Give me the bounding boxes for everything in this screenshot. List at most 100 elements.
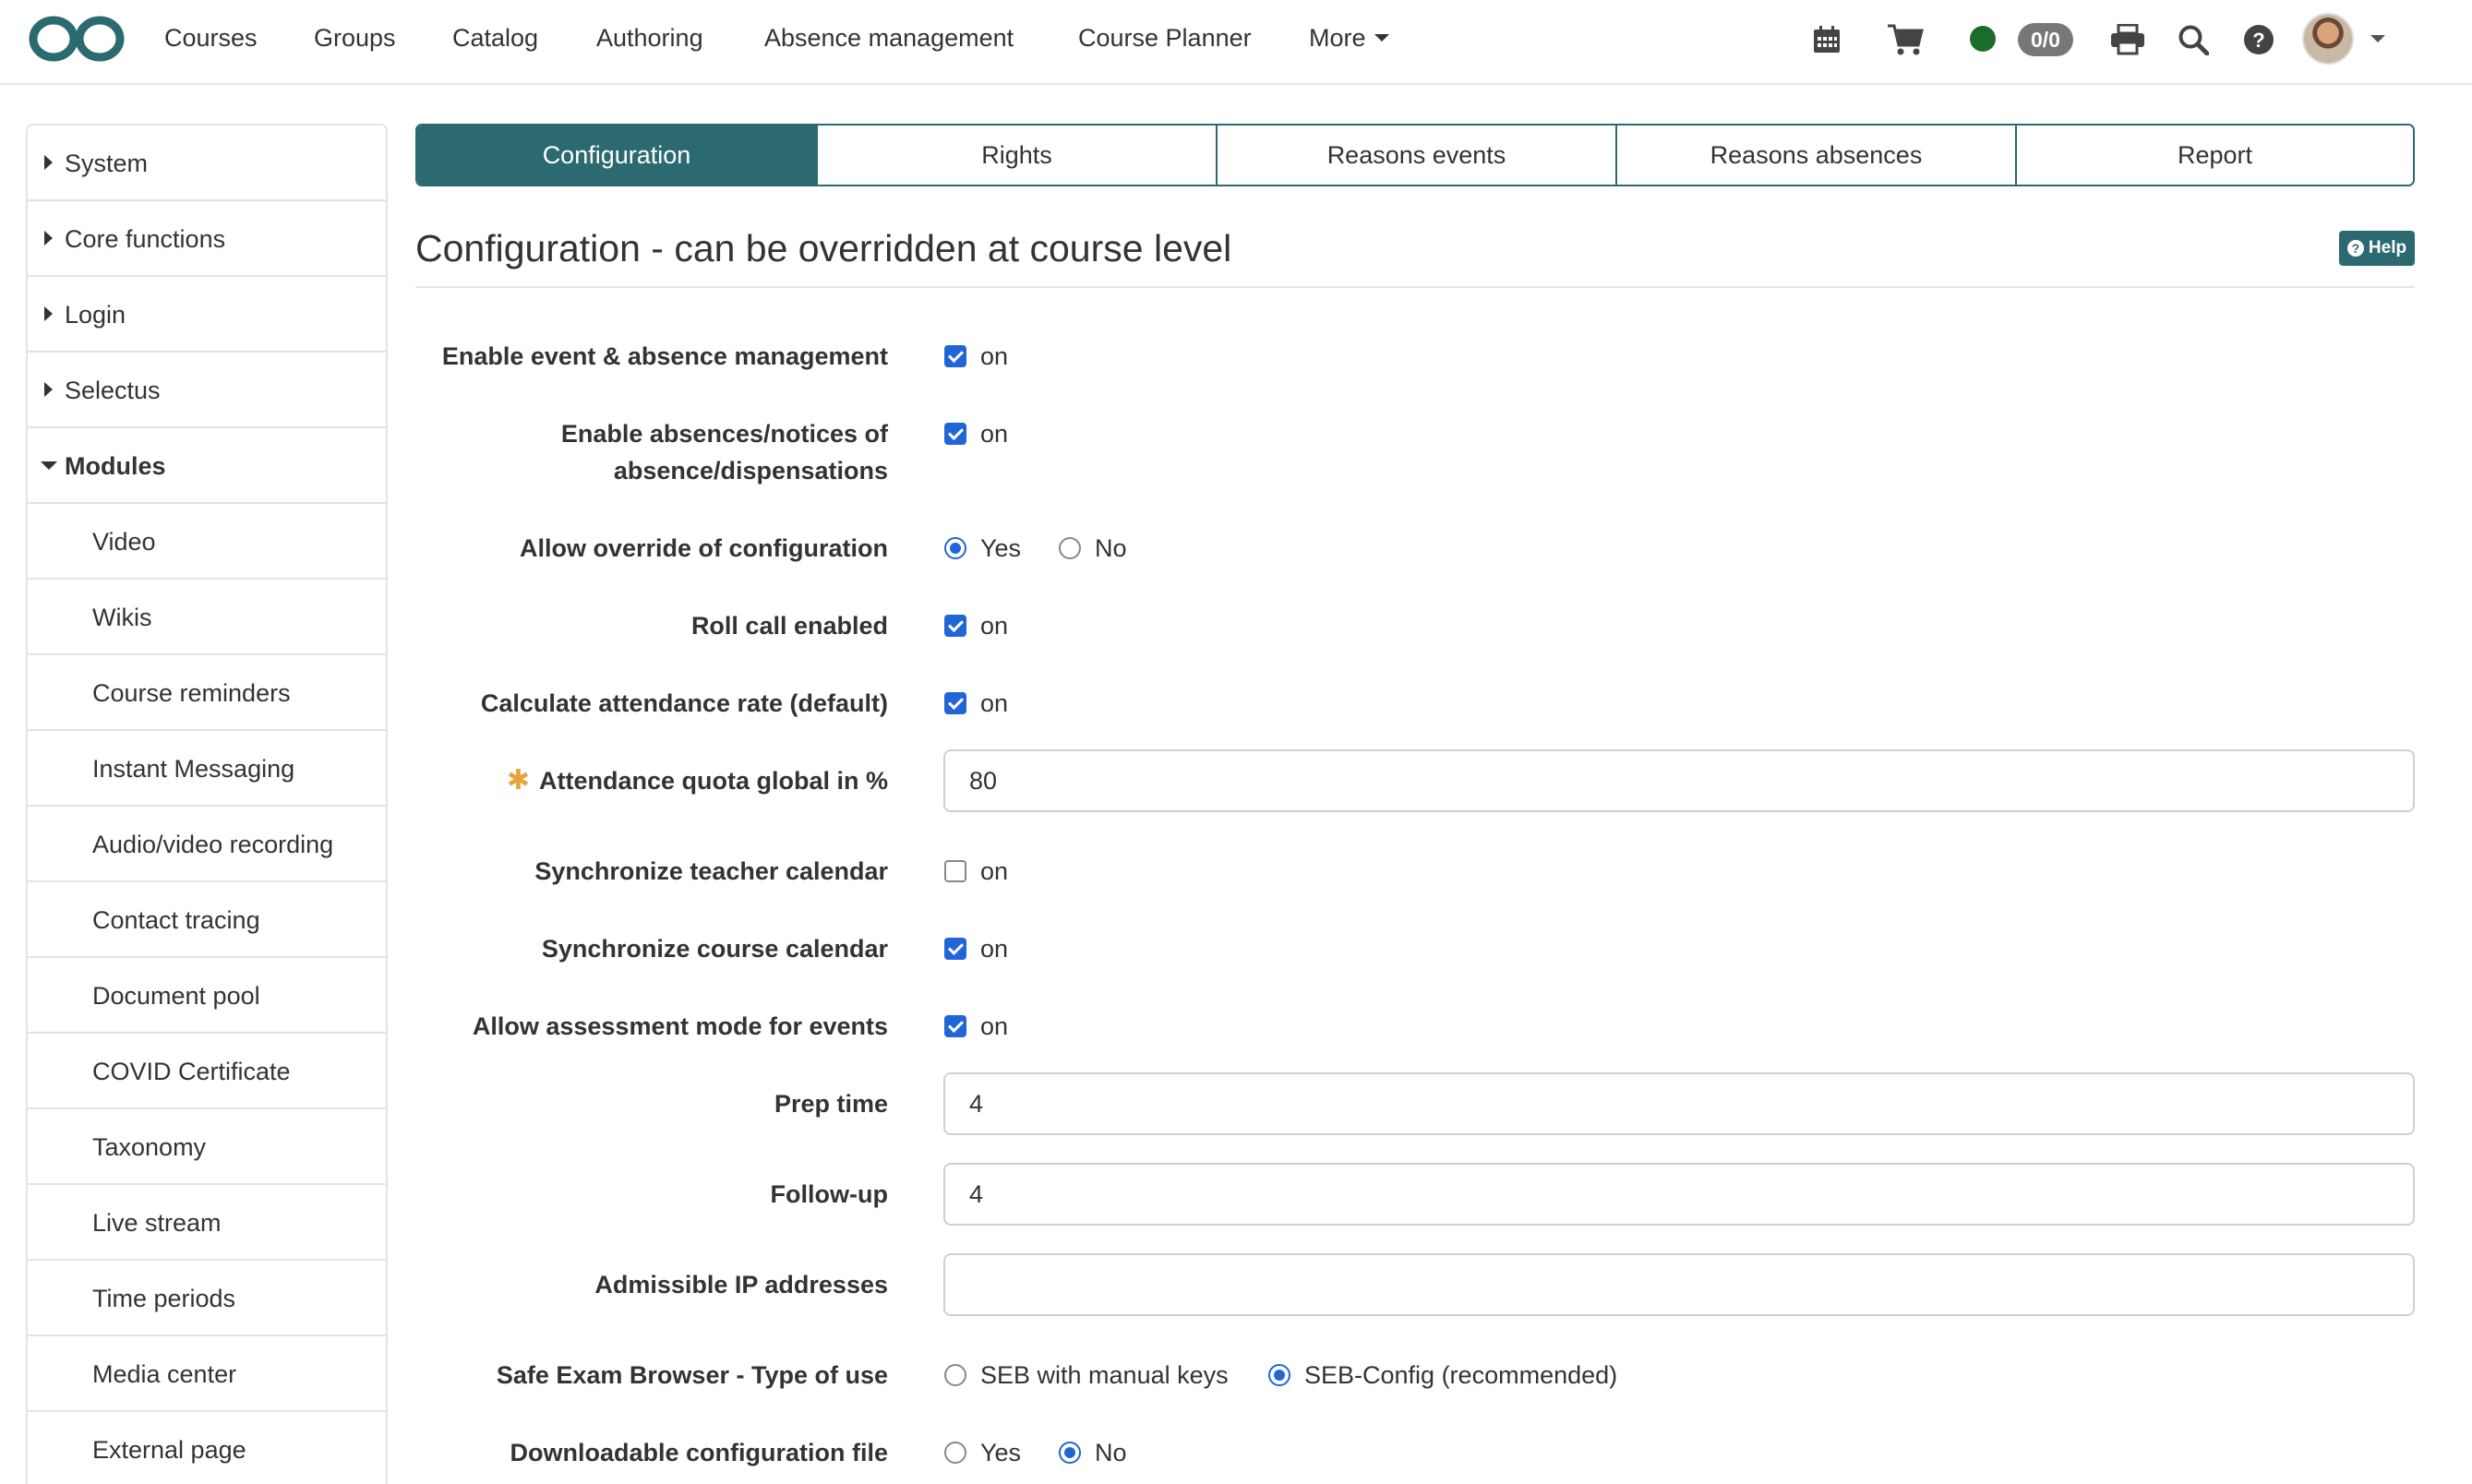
- caret-right-icon: [44, 382, 53, 397]
- sync-course-label: Synchronize course calendar: [541, 935, 888, 963]
- nav-catalog[interactable]: Catalog: [452, 24, 538, 53]
- ip-addresses-input[interactable]: [943, 1253, 2415, 1316]
- online-status-icon[interactable]: [1970, 26, 1996, 52]
- enable-absences-checkbox[interactable]: [944, 423, 966, 445]
- seb-config-radio[interactable]: [1268, 1364, 1290, 1386]
- attendance-quota-label-text: Attendance quota global in %: [538, 767, 888, 795]
- sidebar-item-covid-certificate[interactable]: COVID Certificate: [28, 1034, 386, 1109]
- enable-absences-on-text: on: [980, 420, 1009, 448]
- calendar-icon[interactable]: [1809, 20, 1844, 59]
- caret-right-icon: [44, 306, 53, 321]
- sidebar-item-media-center[interactable]: Media center: [28, 1336, 386, 1412]
- attendance-quota-label: ✱ Attendance quota global in %: [507, 762, 888, 799]
- sidebar-item-contact-tracing[interactable]: Contact tracing: [28, 882, 386, 958]
- assessment-mode-on-text: on: [980, 1012, 1009, 1040]
- attendance-rate-on-text: on: [980, 689, 1009, 717]
- sync-teacher-on-text: on: [980, 857, 1009, 885]
- allow-override-yes-text: Yes: [980, 534, 1022, 562]
- enable-event-label: Enable event & absence management: [441, 342, 888, 370]
- sidebar-item-selectus[interactable]: Selectus: [28, 353, 386, 428]
- tab-reasons-absences[interactable]: Reasons absences: [1615, 126, 2015, 185]
- allow-override-label: Allow override of configuration: [519, 534, 888, 562]
- logo-icon[interactable]: [28, 13, 126, 65]
- prep-time-input[interactable]: 4: [943, 1072, 2415, 1135]
- title-divider: [415, 286, 2415, 288]
- nav-groups[interactable]: Groups: [314, 24, 396, 53]
- download-config-no-text: No: [1095, 1439, 1127, 1466]
- seb-manual-keys-text: SEB with manual keys: [980, 1361, 1229, 1389]
- roll-call-on-text: on: [980, 612, 1009, 640]
- sidebar-item-live-stream[interactable]: Live stream: [28, 1185, 386, 1261]
- enable-event-on-text: on: [980, 342, 1009, 370]
- tab-report[interactable]: Report: [2015, 126, 2413, 185]
- tab-bar: Configuration Rights Reasons events Reas…: [415, 124, 2415, 186]
- notification-badge[interactable]: 0/0: [2018, 23, 2073, 56]
- sidebar-item-wikis[interactable]: Wikis: [28, 580, 386, 655]
- sidebar-item-audio-video-recording[interactable]: Audio/video recording: [28, 807, 386, 882]
- top-navbar: Courses Groups Catalog Authoring Absence…: [0, 0, 2472, 85]
- nav-authoring[interactable]: Authoring: [596, 24, 703, 53]
- sidebar-item-course-reminders[interactable]: Course reminders: [28, 655, 386, 731]
- assessment-mode-label: Allow assessment mode for events: [472, 1012, 888, 1040]
- sidebar-item-system[interactable]: System: [28, 126, 386, 201]
- sidebar-item-document-pool[interactable]: Document pool: [28, 958, 386, 1034]
- roll-call-checkbox[interactable]: [944, 615, 966, 637]
- nav-absence-management[interactable]: Absence management: [764, 24, 1014, 53]
- follow-up-input[interactable]: 4: [943, 1163, 2415, 1226]
- nav-course-planner[interactable]: Course Planner: [1078, 24, 1252, 53]
- sidebar-item-video[interactable]: Video: [28, 504, 386, 580]
- tab-configuration[interactable]: Configuration: [417, 126, 816, 185]
- sidebar-item-modules[interactable]: Modules: [28, 428, 386, 504]
- attendance-rate-checkbox[interactable]: [944, 692, 966, 714]
- attendance-quota-input[interactable]: 80: [943, 749, 2415, 812]
- print-icon[interactable]: [2108, 20, 2147, 59]
- download-config-no-radio[interactable]: [1059, 1442, 1081, 1464]
- ip-addresses-label: Admissible IP addresses: [594, 1271, 888, 1298]
- required-asterisk-icon: ✱: [506, 765, 530, 796]
- sync-course-on-text: on: [980, 935, 1009, 963]
- tab-rights[interactable]: Rights: [816, 126, 1216, 185]
- sync-teacher-checkbox[interactable]: [944, 860, 966, 882]
- sidebar-item-time-periods[interactable]: Time periods: [28, 1261, 386, 1336]
- sidebar-item-instant-messaging[interactable]: Instant Messaging: [28, 731, 386, 807]
- caret-down-icon: [41, 461, 57, 470]
- download-config-yes-radio[interactable]: [944, 1442, 966, 1464]
- sidebar-item-external-page[interactable]: External page: [28, 1412, 386, 1484]
- tab-reasons-events[interactable]: Reasons events: [1216, 126, 1615, 185]
- seb-type-label: Safe Exam Browser - Type of use: [496, 1361, 888, 1389]
- sidebar-item-core-functions[interactable]: Core functions: [28, 201, 386, 277]
- help-button-label: Help: [2368, 238, 2407, 257]
- roll-call-label: Roll call enabled: [690, 612, 888, 640]
- sidebar-item-taxonomy[interactable]: Taxonomy: [28, 1109, 386, 1185]
- nav-more[interactable]: More: [1309, 24, 1389, 53]
- caret-right-icon: [44, 231, 53, 245]
- download-config-yes-text: Yes: [980, 1439, 1022, 1466]
- search-icon[interactable]: [2175, 20, 2212, 59]
- prep-time-label: Prep time: [774, 1090, 888, 1118]
- seb-config-text: SEB-Config (recommended): [1304, 1361, 1618, 1389]
- allow-override-no-text: No: [1095, 534, 1127, 562]
- attendance-rate-label: Calculate attendance rate (default): [480, 689, 888, 717]
- help-button[interactable]: ? Help: [2339, 231, 2415, 266]
- help-icon: ?: [2346, 240, 2364, 257]
- user-menu-caret-icon[interactable]: [2370, 35, 2385, 42]
- sync-teacher-label: Synchronize teacher calendar: [534, 857, 888, 885]
- cart-icon[interactable]: [1885, 20, 1926, 59]
- nav-courses[interactable]: Courses: [164, 24, 258, 53]
- svg-text:?: ?: [2252, 29, 2264, 52]
- enable-event-checkbox[interactable]: [944, 345, 966, 367]
- sidebar-item-login[interactable]: Login: [28, 277, 386, 353]
- allow-override-no-radio[interactable]: [1059, 537, 1081, 559]
- seb-manual-keys-radio[interactable]: [944, 1364, 966, 1386]
- download-config-label: Downloadable configuration file: [510, 1439, 888, 1466]
- user-avatar[interactable]: [2302, 13, 2354, 65]
- assessment-mode-checkbox[interactable]: [944, 1015, 966, 1037]
- help-circle-icon[interactable]: ?: [2241, 20, 2276, 59]
- nav-more-label: More: [1309, 24, 1366, 52]
- caret-right-icon: [44, 155, 53, 170]
- follow-up-label: Follow-up: [770, 1180, 888, 1208]
- allow-override-yes-radio[interactable]: [944, 537, 966, 559]
- admin-sidebar: System Core functions Login Selectus Mod…: [26, 124, 388, 1484]
- sync-course-checkbox[interactable]: [944, 938, 966, 960]
- enable-absences-label-line1: Enable absences/notices of: [560, 420, 888, 448]
